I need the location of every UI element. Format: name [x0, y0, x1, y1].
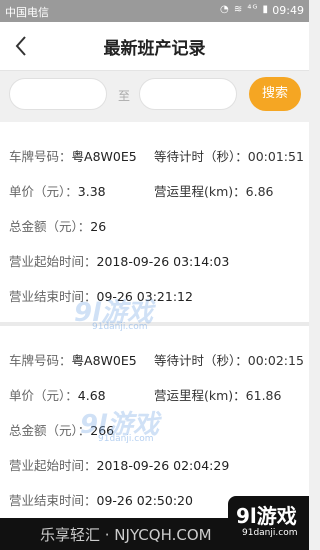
price-label: 单价（元）： — [9, 388, 78, 403]
wait-value: 00:01:51 — [247, 149, 304, 164]
wait-row: 等待计时（秒）：00:01:51 — [154, 146, 304, 165]
total-label: 总金额（元）： — [9, 423, 91, 438]
wait-label: 等待计时（秒）： — [154, 149, 248, 164]
total-value: 26 — [90, 219, 107, 234]
start-time-value: 2018-09-26 02:04:29 — [96, 458, 230, 473]
search-button[interactable]: 搜索 — [249, 77, 301, 111]
price-label: 单价（元）： — [9, 184, 78, 199]
end-date-input[interactable] — [139, 78, 237, 110]
mileage-value: 6.86 — [245, 184, 274, 199]
clock: 09:49 — [272, 4, 304, 17]
start-time-value: 2018-09-26 03:14:03 — [96, 254, 230, 269]
start-time-row: 营业起始时间：2018-09-26 02:04:29 — [9, 455, 229, 474]
total-label: 总金额（元）： — [9, 219, 91, 234]
mileage-label: 营运里程(km)： — [154, 388, 246, 403]
plate-row: 车牌号码：粤A8W0E5 — [9, 146, 137, 165]
status-bar: 中国电信 ◔ ≋ ⁴ᴳ ▮ 09:49 — [0, 0, 309, 22]
page-title: 最新班产记录 — [103, 39, 206, 59]
start-time-label: 营业起始时间： — [9, 254, 97, 269]
price-row: 单价（元）：4.68 — [9, 385, 106, 404]
plate-value: 粤A8W0E5 — [71, 353, 137, 368]
end-time-value: 09-26 02:50:20 — [96, 493, 193, 508]
price-value: 3.38 — [77, 184, 106, 199]
mileage-label: 营运里程(km)： — [154, 184, 246, 199]
start-time-label: 营业起始时间： — [9, 458, 97, 473]
logo-text: 9l游戏 — [236, 504, 297, 528]
end-time-label: 营业结束时间： — [9, 493, 97, 508]
mileage-row: 营运里程(km)：61.86 — [154, 385, 281, 404]
status-icons: ◔ ≋ ⁴ᴳ ▮ — [219, 4, 269, 15]
watermark-url: 91danji.com — [98, 434, 154, 444]
end-time-row: 营业结束时间：09-26 02:50:20 — [9, 490, 193, 509]
title-bar: 最新班产记录 — [0, 22, 309, 71]
plate-label: 车牌号码： — [9, 353, 72, 368]
plate-label: 车牌号码： — [9, 149, 72, 164]
watermark-url: 91danji.com — [92, 322, 148, 332]
footer-text: 乐享轻汇 · NJYCQH.COM — [40, 526, 212, 544]
wait-value: 00:02:15 — [247, 353, 304, 368]
price-value: 4.68 — [77, 388, 106, 403]
logo-url: 91danji.com — [242, 528, 298, 538]
record-card[interactable]: 车牌号码：粤A8W0E5 等待计时（秒）：00:01:51 单价（元）：3.38… — [0, 122, 309, 322]
start-time-row: 营业起始时间：2018-09-26 03:14:03 — [9, 251, 229, 270]
carrier-label: 中国电信 — [5, 6, 49, 19]
price-row: 单价（元）：3.38 — [9, 181, 106, 200]
range-separator: 至 — [118, 89, 131, 103]
wait-row: 等待计时（秒）：00:02:15 — [154, 350, 304, 369]
site-logo: 9l游戏 91danji.com — [228, 496, 309, 550]
plate-row: 车牌号码：粤A8W0E5 — [9, 350, 137, 369]
wait-label: 等待计时（秒）： — [154, 353, 248, 368]
plate-value: 粤A8W0E5 — [71, 149, 137, 164]
start-date-input[interactable] — [9, 78, 107, 110]
mileage-value: 61.86 — [245, 388, 282, 403]
mileage-row: 营运里程(km)：6.86 — [154, 181, 274, 200]
total-row: 总金额（元）：26 — [9, 216, 106, 235]
